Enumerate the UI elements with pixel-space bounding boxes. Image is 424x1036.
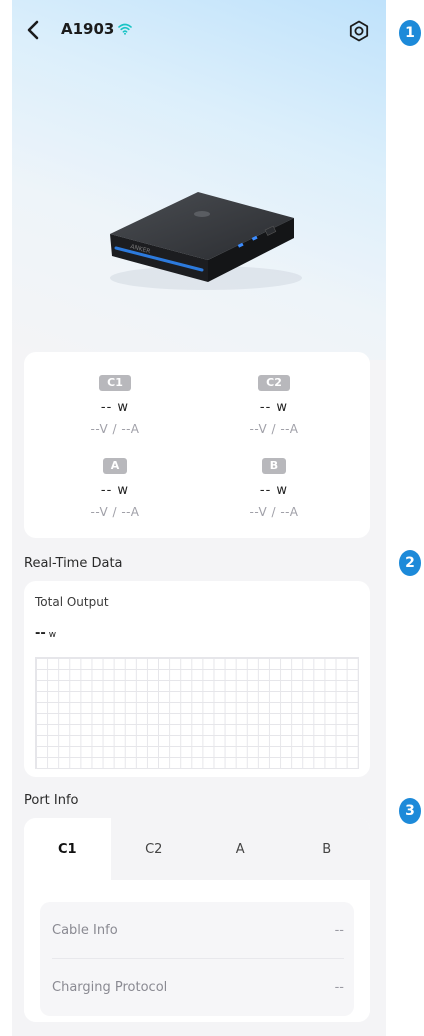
output-chart-grid — [35, 657, 359, 769]
port-voltage-current: --V / --A — [90, 422, 140, 436]
port-tabs: C1 C2 A B — [24, 818, 370, 880]
port-watts: -- w — [100, 483, 130, 498]
port-info-section-title: Port Info — [24, 793, 79, 808]
back-button[interactable] — [22, 18, 46, 42]
top-bar: A1903 — [12, 0, 386, 60]
device-title: A1903 — [61, 20, 133, 38]
port-b-summary: B -- w --V / --A — [214, 454, 334, 519]
port-watts: -- w — [259, 400, 289, 415]
cable-info-value: -- — [334, 922, 344, 938]
port-badge: C1 — [99, 375, 131, 391]
charging-protocol-label: Charging Protocol — [52, 979, 168, 995]
port-a-summary: A -- w --V / --A — [55, 454, 175, 519]
port-watts: -- w — [100, 400, 130, 415]
settings-icon — [349, 20, 369, 42]
total-output-value: -- w — [35, 626, 56, 641]
port-badge: C2 — [258, 375, 290, 391]
realtime-card: Total Output -- w — [24, 581, 370, 777]
chevron-left-icon — [27, 20, 39, 40]
wifi-icon — [118, 23, 133, 35]
port-c1-summary: C1 -- w --V / --A — [55, 371, 175, 436]
tab-c2[interactable]: C2 — [110, 818, 197, 880]
port-c2-summary: C2 -- w --V / --A — [214, 371, 334, 436]
annotation-marker-1: 1 — [399, 20, 421, 46]
port-badge: A — [102, 458, 128, 474]
port-info-body: Cable Info -- Charging Protocol -- — [24, 880, 370, 1022]
tab-a[interactable]: A — [197, 818, 284, 880]
total-output-label: Total Output — [35, 595, 109, 609]
annotation-marker-3: 3 — [399, 798, 421, 824]
port-info-list: Cable Info -- Charging Protocol -- — [40, 902, 354, 1016]
total-output-unit: w — [48, 630, 57, 640]
annotation-marker-2: 2 — [399, 550, 421, 576]
port-voltage-current: --V / --A — [249, 422, 299, 436]
realtime-section-title: Real-Time Data — [24, 556, 123, 571]
device-name: A1903 — [61, 20, 115, 38]
settings-button[interactable] — [348, 20, 370, 42]
charger-device-image: ANKER — [110, 192, 302, 290]
tab-c1[interactable]: C1 — [24, 818, 111, 880]
port-voltage-current: --V / --A — [90, 505, 140, 519]
cable-info-row: Cable Info -- — [52, 902, 344, 959]
ports-summary-card: C1 -- w --V / --A C2 -- w --V / --A A --… — [24, 352, 370, 538]
port-voltage-current: --V / --A — [249, 505, 299, 519]
charging-protocol-row: Charging Protocol -- — [52, 959, 344, 1015]
port-badge: B — [261, 458, 287, 474]
cable-info-label: Cable Info — [52, 922, 118, 938]
port-info-card: C1 C2 A B Cable Info -- Charging Protoco… — [24, 818, 370, 1022]
total-output-number: -- — [35, 626, 46, 641]
app-screen: A1903 ANKER C1 -- w --V / --A C2 -- w --… — [12, 0, 386, 1036]
charging-protocol-value: -- — [334, 979, 344, 995]
port-watts: -- w — [259, 483, 289, 498]
tab-b[interactable]: B — [283, 818, 370, 880]
